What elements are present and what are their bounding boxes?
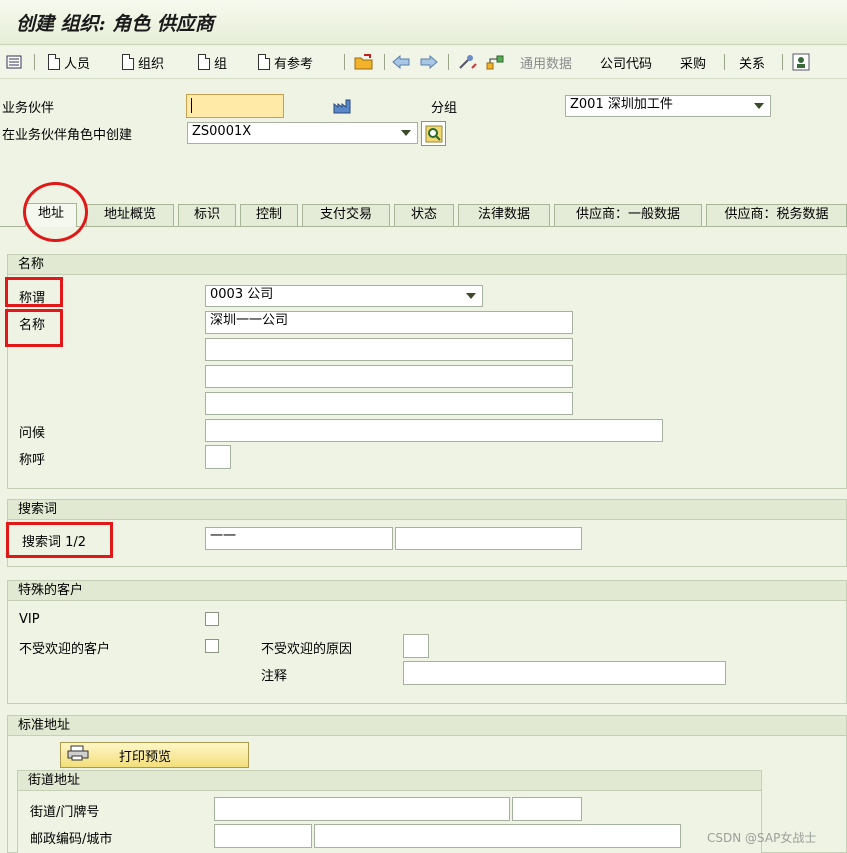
with-reference-button[interactable]: 有参考: [258, 53, 313, 72]
purchasing-button[interactable]: 采购: [680, 53, 706, 72]
name3-input[interactable]: [205, 365, 573, 388]
tab-payment[interactable]: 支付交易: [302, 204, 390, 226]
role-search-icon[interactable]: [421, 121, 446, 146]
tab-vendor-tax[interactable]: 供应商：税务数据: [706, 204, 847, 226]
search-term1-input[interactable]: 一一: [205, 527, 393, 550]
street-label: 街道/门牌号: [30, 805, 100, 820]
document-icon: [48, 54, 60, 70]
salutation-input[interactable]: [205, 445, 231, 469]
person-button[interactable]: 人员: [48, 53, 90, 72]
form-of-address-select[interactable]: 0003 公司: [205, 285, 483, 307]
document-icon: [198, 54, 210, 70]
bp-input[interactable]: [186, 94, 284, 118]
annotation-box: [5, 277, 63, 307]
printer-icon: [67, 745, 89, 765]
note-input[interactable]: [403, 661, 726, 685]
greeting-input[interactable]: [205, 419, 663, 442]
role-select[interactable]: ZS0001X: [187, 122, 418, 144]
group-select[interactable]: Z001 深圳加工件: [565, 95, 771, 117]
name4-input[interactable]: [205, 392, 573, 415]
page-title: 创建 组织: 角色 供应商: [16, 13, 214, 35]
unwanted-customer-label: 不受欢迎的客户: [19, 642, 111, 657]
tab-address-overview[interactable]: 地址概览: [86, 204, 174, 226]
tab-status[interactable]: 状态: [394, 204, 454, 226]
search-term2-input[interactable]: [395, 527, 582, 550]
salutation-label: 称呼: [19, 453, 46, 468]
unwanted-reason-label: 不受欢迎的原因: [261, 642, 353, 657]
tab-control[interactable]: 控制: [240, 204, 298, 226]
annotation-circle: [23, 182, 88, 242]
section-header: 搜索词: [8, 500, 846, 520]
org-button[interactable]: 组织: [122, 53, 164, 72]
section-header: 标准地址: [8, 716, 846, 736]
vip-label: VIP: [19, 612, 40, 627]
postal-code-input[interactable]: [214, 824, 312, 848]
document-icon: [258, 54, 270, 70]
unwanted-customer-checkbox[interactable]: [205, 639, 219, 653]
list-icon[interactable]: [6, 53, 22, 71]
tools-icon[interactable]: [458, 53, 478, 71]
group-label: 分组: [431, 101, 458, 116]
greeting-label: 问候: [19, 426, 46, 441]
city-input[interactable]: [314, 824, 681, 848]
person-settings-icon[interactable]: [792, 53, 810, 71]
section-header: 特殊的客户: [8, 581, 846, 601]
arrow-right-icon[interactable]: [420, 53, 438, 71]
bp-label: 业务伙伴: [2, 101, 55, 116]
tab-legal-data[interactable]: 法律数据: [458, 204, 550, 226]
general-data-button[interactable]: 通用数据: [520, 53, 572, 72]
vip-checkbox[interactable]: [205, 612, 219, 626]
name2-input[interactable]: [205, 338, 573, 361]
tab-identification[interactable]: 标识: [178, 204, 236, 226]
company-code-button[interactable]: 公司代码: [600, 53, 652, 72]
group-button[interactable]: 组: [198, 53, 227, 72]
tab-vendor-general[interactable]: 供应商：一般数据: [554, 204, 702, 226]
name1-input[interactable]: 深圳一一公司: [205, 311, 573, 334]
text-cursor: [191, 98, 192, 113]
annotation-box: [6, 522, 113, 558]
print-preview-button[interactable]: 打印预览: [60, 742, 249, 768]
relations-button[interactable]: 关系: [739, 53, 765, 72]
toolbar: 人员 组织 组 有参考 通用数据 公司代码 采购 关系: [0, 46, 847, 79]
open-folder-icon[interactable]: [354, 53, 374, 71]
hierarchy-icon[interactable]: [486, 53, 506, 71]
role-label: 在业务伙伴角色中创建: [2, 128, 133, 143]
watermark: CSDN @SAP女战士: [707, 831, 817, 845]
note-label: 注释: [261, 669, 288, 684]
arrow-left-icon[interactable]: [392, 53, 410, 71]
annotation-box: [5, 309, 63, 347]
unwanted-reason-input[interactable]: [403, 634, 429, 658]
house-number-input[interactable]: [512, 797, 582, 821]
postal-city-label: 邮政编码/城市: [30, 832, 113, 847]
document-icon: [122, 54, 134, 70]
section-header: 名称: [8, 255, 846, 275]
street-input[interactable]: [214, 797, 510, 821]
section-header: 街道地址: [18, 771, 761, 791]
factory-icon[interactable]: [332, 97, 354, 115]
